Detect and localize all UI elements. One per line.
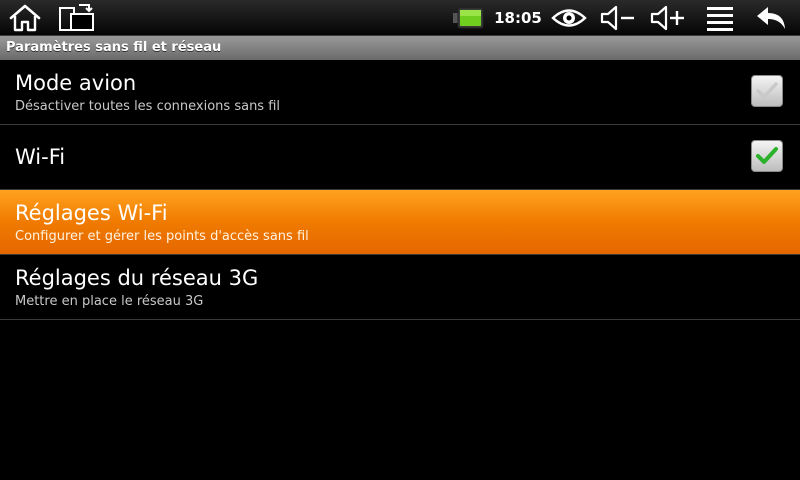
screen-rotate-icon[interactable] [56,0,96,35]
airplane-mode-checkbox[interactable] [751,75,783,107]
item-summary: Configurer et gérer les points d'accès s… [15,229,309,244]
list-item-wifi-settings[interactable]: Réglages Wi-Fi Configurer et gérer les p… [0,190,800,255]
status-bar: 18:05 [0,0,800,36]
volume-up-icon[interactable] [648,0,688,35]
wifi-checkbox[interactable] [751,140,783,172]
page-title: Paramètres sans fil et réseau [0,36,800,60]
item-title: Réglages Wi-Fi [15,201,168,225]
item-summary: Mettre en place le réseau 3G [15,294,204,309]
list-item-airplane-mode[interactable]: Mode avion Désactiver toutes les connexi… [0,60,800,125]
clock: 18:05 [494,8,542,27]
back-icon[interactable] [752,0,790,35]
battery-icon [450,0,486,35]
item-title: Réglages du réseau 3G [15,266,259,290]
list-item-wifi[interactable]: Wi-Fi [0,125,800,190]
home-icon[interactable] [6,0,44,35]
menu-icon[interactable] [702,0,738,35]
list-item-3g-settings[interactable]: Réglages du réseau 3G Mettre en place le… [0,255,800,320]
item-title: Wi-Fi [15,145,66,169]
settings-list: Mode avion Désactiver toutes les connexi… [0,60,800,320]
item-summary: Désactiver toutes les connexions sans fi… [15,99,281,114]
checkmark-icon [756,82,778,99]
checkmark-icon [756,147,778,164]
eye-icon[interactable] [550,0,588,35]
item-title: Mode avion [15,71,137,95]
volume-down-icon[interactable] [598,0,638,35]
